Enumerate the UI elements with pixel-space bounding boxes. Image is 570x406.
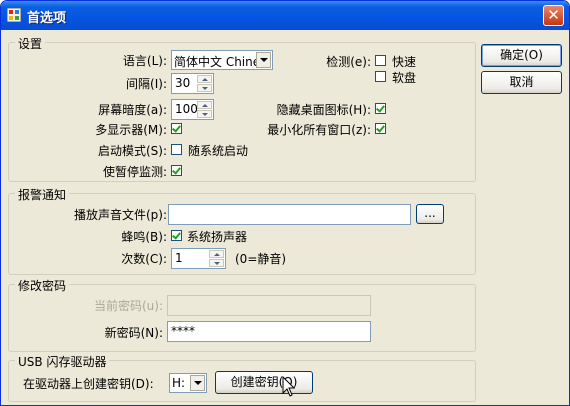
brightness-stepper[interactable]: 100 <box>171 99 214 120</box>
interval-label: 间隔(I): <box>126 77 167 91</box>
create-key-button[interactable]: 创建密钥(Q) <box>215 371 313 394</box>
close-icon: ✕ <box>547 6 560 24</box>
settings-group: 设置 语言(L): 简体中文 Chines 间隔(I): 30 屏幕暗度(a):… <box>8 35 476 182</box>
cancel-label: 取消 <box>509 75 534 89</box>
alarm-legend: 报警通知 <box>15 186 70 203</box>
usb-legend: USB 闪存驱动器 <box>15 353 110 370</box>
arrow-up-icon <box>214 253 220 256</box>
count-value: 1 <box>175 251 183 265</box>
window-title: 首选项 <box>27 11 67 26</box>
beep-checkbox[interactable] <box>171 230 182 241</box>
multi-monitor-label: 多显示器(M): <box>95 123 167 137</box>
dialog-client: 设置 语言(L): 简体中文 Chines 间隔(I): 30 屏幕暗度(a):… <box>4 30 566 404</box>
drive-label: 在驱动器上创建密钥(D): <box>23 377 154 391</box>
checkmark-icon <box>172 123 181 133</box>
minimize-checkbox[interactable] <box>375 123 386 134</box>
arrow-down-icon <box>214 262 220 265</box>
sound-file-input[interactable] <box>168 204 411 225</box>
checkmark-icon <box>376 123 385 133</box>
fast-label[interactable]: 快速 <box>392 53 416 70</box>
count-down-button[interactable] <box>209 259 224 267</box>
language-value: 简体中文 Chines <box>174 55 256 69</box>
count-label: 次数(C): <box>121 252 167 266</box>
title-bar[interactable]: 首选项 ✕ <box>1 1 569 30</box>
browse-label: ... <box>424 206 436 220</box>
language-label: 语言(L): <box>122 54 167 68</box>
browse-button[interactable]: ... <box>416 204 444 224</box>
chevron-down-icon <box>260 58 268 62</box>
startup-checkbox[interactable] <box>171 144 182 155</box>
drive-dropdown-button[interactable] <box>190 375 205 391</box>
beep-label: 蜂鸣(B): <box>121 230 167 244</box>
usb-group: USB 闪存驱动器 在驱动器上创建密钥(D): H: 创建密钥(Q) <box>8 353 476 402</box>
hide-icons-checkbox[interactable] <box>375 103 386 114</box>
count-stepper[interactable]: 1 <box>171 248 226 269</box>
settings-legend: 设置 <box>15 35 46 52</box>
close-button[interactable]: ✕ <box>543 5 564 26</box>
cancel-button[interactable]: 取消 <box>481 71 562 94</box>
arrow-up-icon <box>202 104 208 107</box>
ok-label: 确定(O) <box>500 48 543 62</box>
arrow-down-icon <box>202 87 208 90</box>
count-note: (0=静音) <box>235 252 287 266</box>
hide-icons-label: 隐藏桌面图标(H): <box>276 103 371 117</box>
detect-label: 检测(e): <box>326 55 371 69</box>
mouse-pointer-icon <box>282 376 296 397</box>
new-password-input[interactable]: **** <box>167 321 371 342</box>
count-up-button[interactable] <box>209 250 224 258</box>
checkmark-icon <box>376 103 385 113</box>
multi-monitor-checkbox[interactable] <box>171 123 182 134</box>
brightness-value: 100 <box>175 102 198 116</box>
ok-button[interactable]: 确定(O) <box>481 44 562 67</box>
interval-up-button[interactable] <box>197 75 212 83</box>
pause-label: 使暂停监测: <box>102 165 167 179</box>
drive-select[interactable]: H: <box>169 373 207 393</box>
pause-checkbox[interactable] <box>171 165 182 176</box>
interval-stepper[interactable]: 30 <box>171 73 214 94</box>
new-password-label: 新密码(N): <box>104 326 163 340</box>
startup-label: 启动模式(S): <box>97 144 167 158</box>
interval-down-button[interactable] <box>197 84 212 92</box>
fast-checkbox[interactable] <box>375 55 386 66</box>
soft-label[interactable]: 软盘 <box>392 69 416 86</box>
app-icon <box>7 8 21 22</box>
startup-text[interactable]: 随系统启动 <box>188 142 248 159</box>
password-group: 修改密码 当前密码(u): 新密码(N): **** <box>8 277 476 352</box>
checkmark-icon <box>172 230 181 240</box>
brightness-label: 屏幕暗度(a): <box>98 103 167 117</box>
sound-file-label: 播放声音文件(p): <box>73 208 167 222</box>
language-select[interactable]: 简体中文 Chines <box>171 50 273 70</box>
arrow-up-icon <box>202 78 208 81</box>
chevron-down-icon <box>194 381 202 385</box>
interval-value: 30 <box>175 76 191 90</box>
arrow-down-icon <box>202 113 208 116</box>
beep-text[interactable]: 系统扬声器 <box>187 228 247 245</box>
checkmark-icon <box>172 165 181 175</box>
brightness-up-button[interactable] <box>197 101 212 109</box>
minimize-label: 最小化所有窗口(z): <box>267 123 371 137</box>
preferences-window: 首选项 ✕ 设置 语言(L): 简体中文 Chines 间隔(I): 30 屏幕… <box>0 0 570 406</box>
brightness-down-button[interactable] <box>197 110 212 118</box>
current-password-label: 当前密码(u): <box>93 299 163 313</box>
language-dropdown-button[interactable] <box>256 52 271 68</box>
soft-checkbox[interactable] <box>375 71 386 82</box>
password-legend: 修改密码 <box>15 277 70 294</box>
alarm-group: 报警通知 播放声音文件(p): ... 蜂鸣(B): 系统扬声器 次数(C): … <box>8 186 476 275</box>
drive-value: H: <box>172 376 186 390</box>
current-password-input[interactable] <box>167 295 371 316</box>
